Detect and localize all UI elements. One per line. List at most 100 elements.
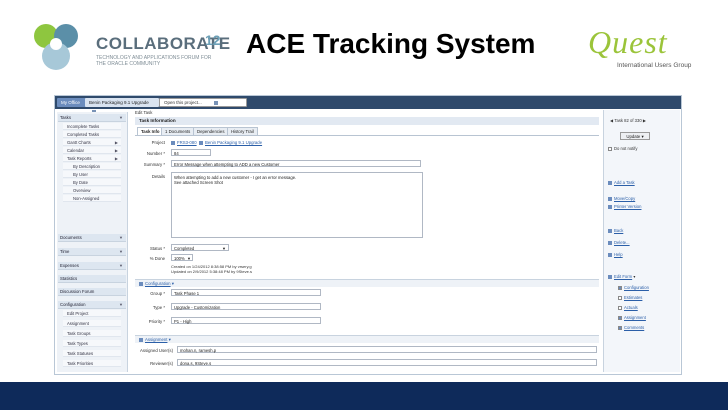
open-project-label: Open this project... xyxy=(164,100,202,105)
checkbox-checked-icon[interactable] xyxy=(618,325,622,330)
number-input[interactable]: 84 xyxy=(171,149,211,156)
summary-label: Summary * xyxy=(143,162,165,167)
nav-section-time[interactable]: Time ▼ xyxy=(58,248,126,256)
chevron-down-icon: ▼ xyxy=(119,263,123,268)
nav-section-expenses[interactable]: Expenses ▼ xyxy=(58,262,126,270)
type-select[interactable]: Upgrade - Customization xyxy=(171,303,321,310)
form-option-estimates[interactable]: Estimates xyxy=(618,295,642,301)
status-select[interactable]: Completed ▼ xyxy=(171,244,229,251)
quest-logo: Quest xyxy=(588,24,668,60)
checkbox-checked-icon[interactable] xyxy=(618,315,622,320)
ace-app-window: My Office Benin Packaging 9.1 Upgrade Op… xyxy=(54,95,682,375)
action-back[interactable]: Back xyxy=(608,228,623,234)
action-move-copy[interactable]: Move/Copy xyxy=(608,196,635,202)
project-name-link[interactable]: Benin Packaging 9.1 Upgrade xyxy=(205,140,262,145)
nav-item-task-types[interactable]: Task Types xyxy=(63,340,121,347)
checkbox-icon[interactable] xyxy=(618,305,622,310)
back-arrow-icon xyxy=(608,228,612,233)
done-value: 100% xyxy=(174,256,185,261)
do-not-notify-option[interactable]: Do not notify xyxy=(608,146,638,152)
done-label: % Done xyxy=(149,256,165,261)
assigned-users-label: Assigned User(s) xyxy=(140,348,173,353)
do-not-notify-label: Do not notify xyxy=(614,146,638,151)
tab-documents[interactable]: 1 Documents xyxy=(161,127,195,135)
checkbox-icon[interactable] xyxy=(618,295,622,300)
group-label: Group * xyxy=(150,291,165,296)
nav-item-gantt-charts[interactable]: Gantt Charts ▶ xyxy=(63,139,121,146)
action-printer-version[interactable]: Printer Version xyxy=(608,204,641,210)
assigned-users-field[interactable]: mohan.n, ramesh.p xyxy=(177,346,597,353)
next-task-icon[interactable]: ▶ xyxy=(643,118,646,123)
form-option-actuals-label: Actuals xyxy=(624,305,638,310)
edit-form-menu[interactable]: Edit Form ▾ xyxy=(608,274,635,280)
done-select[interactable]: 100% ▼ xyxy=(171,254,193,261)
task-info-body: Project FRS3-080 Benin Packaging 9.1 Upg… xyxy=(135,135,599,291)
form-option-actuals[interactable]: Actuals xyxy=(618,305,638,311)
group-select[interactable]: Task Phase 1 xyxy=(171,289,321,296)
minus-icon xyxy=(139,281,143,286)
checkbox-checked-icon[interactable] xyxy=(618,285,622,290)
action-move-copy-label: Move/Copy xyxy=(614,196,636,201)
folder-icon xyxy=(171,140,175,145)
chevron-down-icon: ▼ xyxy=(119,249,123,254)
nav-item-edit-project[interactable]: Edit Project xyxy=(63,310,121,317)
open-project-select[interactable]: Open this project... xyxy=(159,98,247,107)
form-option-comments[interactable]: Comments xyxy=(618,325,644,331)
nav-item-by-date[interactable]: By Date xyxy=(63,179,121,186)
update-button[interactable]: Update ▾ xyxy=(620,132,650,140)
nav-item-overview[interactable]: Overview xyxy=(63,187,121,194)
nav-item-completed-tasks[interactable]: Completed Tasks xyxy=(63,131,121,138)
nav-section-configuration[interactable]: Configuration ▼ xyxy=(58,301,126,309)
task-counter: ◀ Task 82 of 330 ▶ xyxy=(610,118,646,124)
task-tabs: Task Info 1 Documents Dependencies Histo… xyxy=(135,127,599,135)
task-edit-panel: Edit Task Task Information Task Info 1 D… xyxy=(135,110,599,372)
nav-item-incomplete-tasks[interactable]: Incomplete Tasks xyxy=(63,123,121,130)
dropdown-icon[interactable] xyxy=(213,100,218,105)
tab-task-info[interactable]: Task Info xyxy=(137,127,164,135)
nav-item-by-description[interactable]: By Description xyxy=(63,163,121,170)
summary-input[interactable]: Error Message when attempting to ADD a n… xyxy=(171,160,421,167)
status-value: Completed xyxy=(174,246,195,251)
details-textarea[interactable]: When attempting to add a new customer - … xyxy=(171,172,423,238)
project-code-link[interactable]: FRS3-080 xyxy=(177,140,197,145)
checkbox-icon[interactable] xyxy=(608,146,612,151)
assignment-section-toggle[interactable]: Assignment ▾ xyxy=(135,335,599,343)
nav-item-task-reports[interactable]: Task Reports ▶ xyxy=(63,155,121,162)
nav-item-task-groups[interactable]: Task Groups xyxy=(63,330,121,337)
nav-section-statistics[interactable]: Statistics xyxy=(58,275,126,283)
nav-section-tasks-label: Tasks xyxy=(60,115,71,120)
priority-select[interactable]: P1 - High xyxy=(171,317,321,324)
prev-task-icon[interactable]: ◀ xyxy=(610,118,613,123)
action-delete-label: Delete... xyxy=(614,240,630,245)
tab-history-trail[interactable]: History Trail xyxy=(227,127,258,135)
type-label: Type * xyxy=(152,305,165,310)
nav-item-by-user[interactable]: By User xyxy=(63,171,121,178)
chevron-down-icon: ▼ xyxy=(119,115,123,120)
tab-dependencies[interactable]: Dependencies xyxy=(193,127,229,135)
form-option-assignment[interactable]: Assignment xyxy=(618,315,646,321)
tab-project[interactable]: Benin Packaging 9.1 Upgrade xyxy=(85,98,159,114)
move-copy-icon xyxy=(608,196,612,201)
slide-footer-band xyxy=(0,382,728,410)
nav-item-task-priorities[interactable]: Task Priorities xyxy=(63,360,121,367)
nav-item-calendar[interactable]: Calendar ▶ xyxy=(63,147,121,154)
project-label: Project xyxy=(151,140,165,145)
nav-section-documents[interactable]: Documents ▼ xyxy=(58,234,126,242)
action-help-label: Help xyxy=(614,252,623,257)
nav-section-discussion-forum[interactable]: Discussion Forum xyxy=(58,288,126,296)
action-delete[interactable]: Delete... xyxy=(608,240,630,246)
nav-section-tasks[interactable]: Tasks ▼ xyxy=(58,114,126,122)
nav-section-documents-label: Documents xyxy=(60,235,82,240)
configuration-section-toggle[interactable]: Configuration ▾ xyxy=(135,279,599,287)
chevron-right-icon: ▶ xyxy=(114,140,118,145)
nav-item-assignment[interactable]: Assignment xyxy=(63,320,121,327)
nav-item-task-statuses[interactable]: Task Statuses xyxy=(63,350,121,357)
assignment-section-label: Assignment xyxy=(145,337,168,342)
panel-heading: Task Information xyxy=(135,117,599,125)
form-option-configuration[interactable]: Configuration xyxy=(618,285,649,291)
reviewers-field[interactable]: dona.s, 9Steve.s xyxy=(177,359,597,366)
action-help[interactable]: Help xyxy=(608,252,623,258)
nav-item-non-assigned[interactable]: Non-Assigned xyxy=(63,195,121,202)
action-add-task[interactable]: Add a Task xyxy=(608,180,635,186)
chevron-right-icon: ▶ xyxy=(114,148,118,153)
